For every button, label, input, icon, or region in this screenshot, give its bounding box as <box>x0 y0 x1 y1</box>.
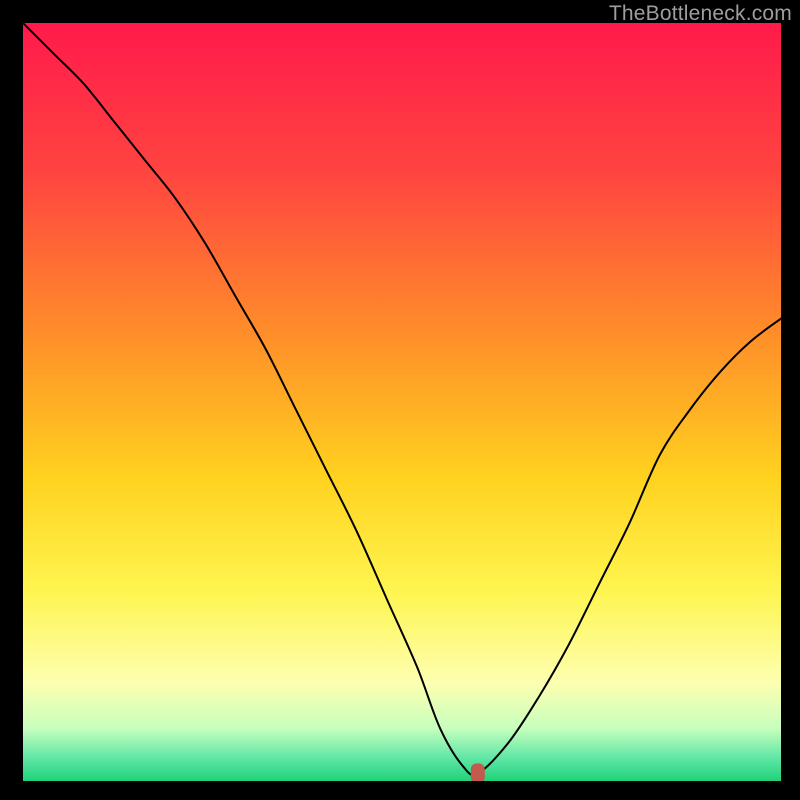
chart-frame: TheBottleneck.com <box>0 0 800 800</box>
gradient-background <box>23 23 781 781</box>
plot-area <box>23 23 781 781</box>
chart-svg <box>23 23 781 781</box>
optimum-marker <box>471 763 485 781</box>
watermark-text: TheBottleneck.com <box>609 2 792 26</box>
